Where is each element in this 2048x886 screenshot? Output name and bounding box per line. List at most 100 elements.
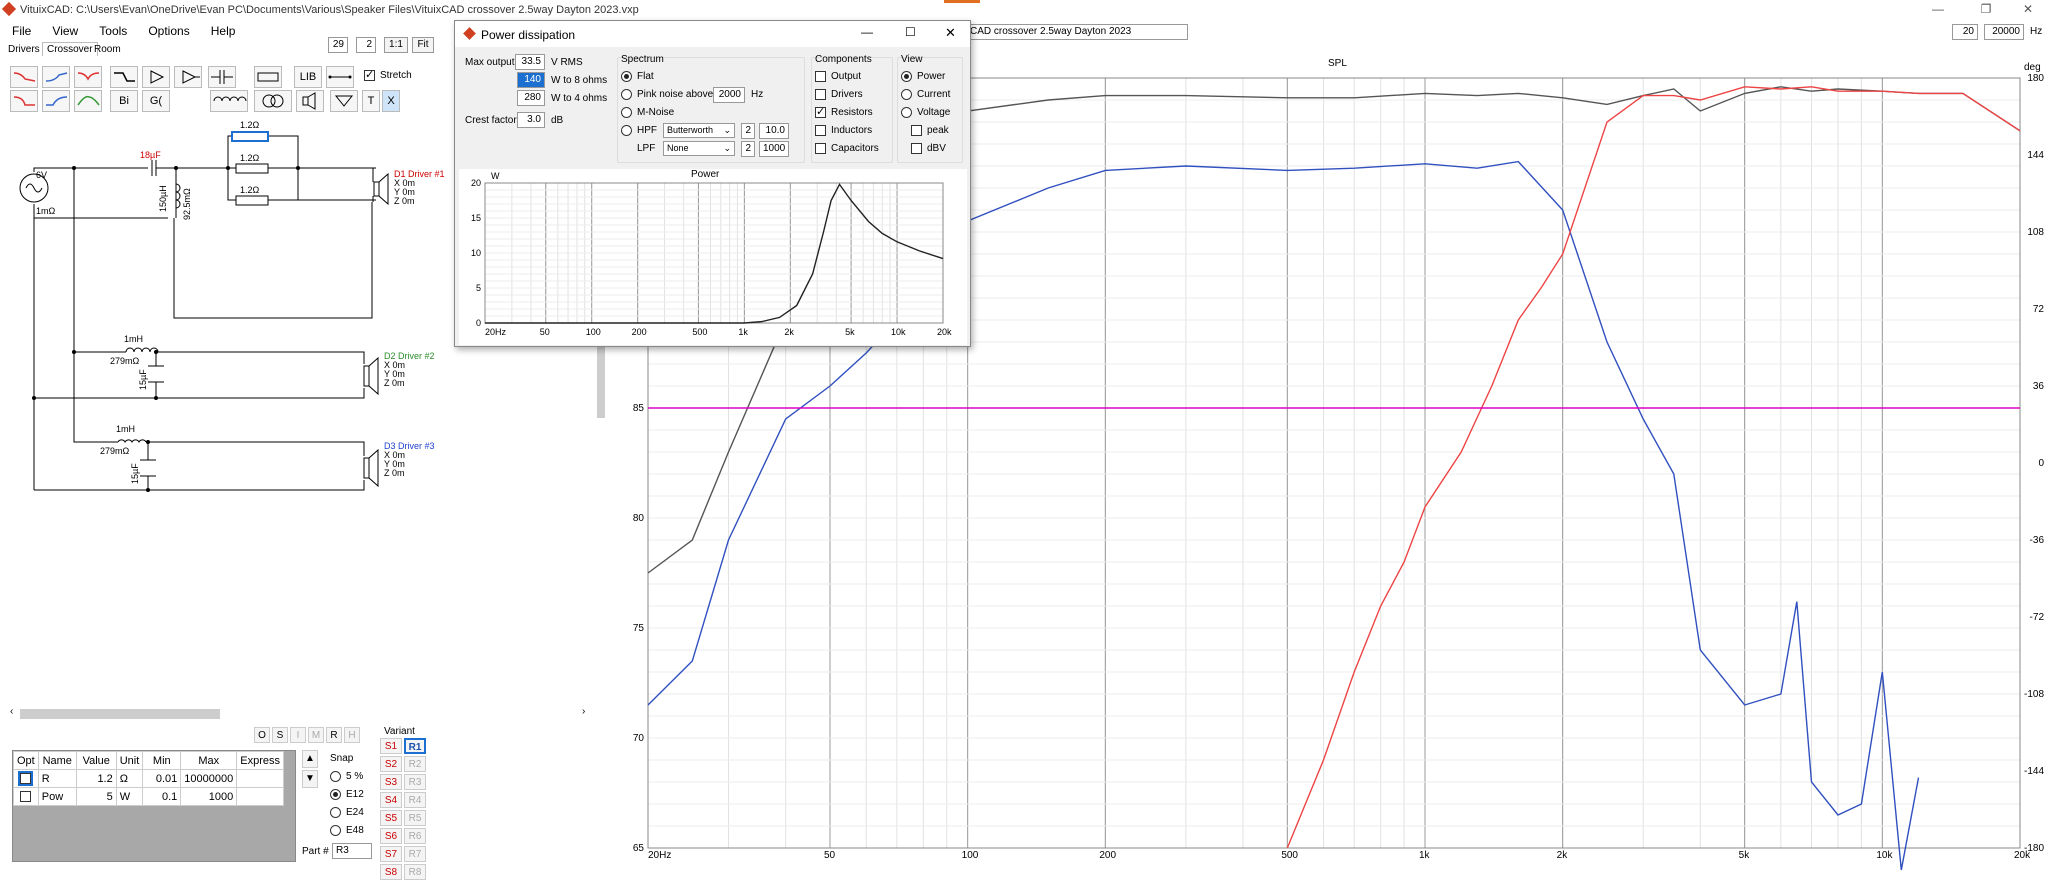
snap-e24[interactable]: E24 (330, 804, 364, 822)
view-peak[interactable]: peak (911, 125, 949, 136)
snap-e12[interactable]: E12 (330, 786, 364, 804)
op-s-button[interactable]: S (272, 727, 288, 743)
variant-r1[interactable]: R1 (404, 738, 426, 754)
step-tool-icon[interactable] (110, 66, 138, 88)
cell-value[interactable]: 1.2 (75, 769, 117, 788)
lpf2-blue-tool-icon[interactable] (42, 90, 70, 112)
op-m-button[interactable]: M (308, 727, 324, 743)
ground-tool-icon[interactable] (330, 90, 358, 112)
buffer-tool-icon[interactable] (174, 66, 202, 88)
dialog-minimize-button[interactable]: — (861, 25, 873, 39)
cell-name[interactable]: R (37, 769, 77, 788)
amp-tool-icon[interactable] (142, 66, 170, 88)
hpf-type-select[interactable]: Butterworth ⌄ (663, 123, 735, 138)
comp-inductors-checkbox[interactable]: Inductors (815, 125, 872, 136)
crest-input[interactable]: 3.0 (517, 112, 545, 128)
cell-max[interactable]: 1000 (180, 787, 238, 806)
variant-s8[interactable]: S8 (380, 864, 402, 880)
op-h-button[interactable]: H (344, 727, 360, 743)
driver3-info[interactable]: D3 Driver #3 X 0m Y 0m Z 0m (384, 442, 435, 478)
freq-max-input[interactable]: 20000 (1984, 24, 2024, 40)
bi-button[interactable]: Bi (110, 90, 138, 112)
hpf-freq-input[interactable]: 10.0 (759, 123, 789, 139)
g-button[interactable]: G( (142, 90, 170, 112)
wire-tool-icon[interactable] (326, 66, 354, 88)
scroll-right-icon[interactable]: › (582, 706, 585, 717)
snap-e48[interactable]: E48 (330, 822, 364, 840)
move-up-button[interactable]: ▲ (302, 750, 318, 768)
variant-s6[interactable]: S6 (380, 828, 402, 844)
lpf-freq-input[interactable]: 1000 (759, 141, 789, 157)
grid-size-input[interactable]: 29 (328, 37, 348, 53)
scroll-left-icon[interactable]: ‹ (10, 706, 13, 717)
inductor-tool-icon[interactable] (210, 90, 248, 112)
variant-r5[interactable]: R5 (404, 810, 426, 826)
cell-min[interactable]: 0.01 (142, 769, 182, 788)
tab-crossover[interactable]: Crossover (42, 42, 98, 56)
freq-min-input[interactable]: 20 (1952, 24, 1978, 40)
hpf-red-tool-icon[interactable] (10, 66, 38, 88)
bpf-green-tool-icon[interactable] (74, 90, 102, 112)
hpf2-red-tool-icon[interactable] (10, 90, 38, 112)
transformer-tool-icon[interactable] (254, 90, 292, 112)
count-input[interactable]: 2 (356, 37, 376, 53)
power-chart[interactable]: 20Hz 50 100 200 500 1k 2k 5k 10k 20k 0 5 10 15 20 Powe… (459, 169, 967, 345)
part-input[interactable]: R3 (332, 843, 372, 859)
cell-express[interactable] (236, 787, 284, 806)
menu-help[interactable]: Help (211, 24, 236, 38)
comp-output-checkbox[interactable]: Output (815, 71, 861, 82)
resistor-tool-icon[interactable] (254, 66, 282, 88)
table-row[interactable]: Pow 5 W 0.1 1000 (13, 787, 284, 806)
cell-value[interactable]: 5 (75, 787, 117, 806)
close-button[interactable]: ✕ (2010, 0, 2046, 18)
cell-max[interactable]: 10000000 (180, 769, 238, 788)
variant-s5[interactable]: S5 (380, 810, 402, 826)
spectrum-mnoise[interactable]: M-Noise (621, 107, 674, 118)
w8-input[interactable]: 140 (517, 72, 545, 88)
variant-r7[interactable]: R7 (404, 846, 426, 862)
capacitor-tool-icon[interactable] (208, 66, 236, 88)
driver-tool-icon[interactable] (296, 90, 324, 112)
restore-button[interactable]: ❐ (1968, 0, 2004, 18)
bpf-red-tool-icon[interactable] (74, 66, 102, 88)
variant-s4[interactable]: S4 (380, 792, 402, 808)
driver1-info[interactable]: D1 Driver #1 X 0m Y 0m Z 0m (394, 170, 445, 206)
dialog-close-button[interactable]: ✕ (945, 25, 956, 41)
cell-express[interactable] (236, 769, 284, 788)
comp-capacitors-checkbox[interactable]: Capacitors (815, 143, 879, 154)
spectrum-hpf[interactable]: HPF (621, 125, 657, 136)
minimize-button[interactable]: — (1920, 0, 1956, 18)
menu-tools[interactable]: Tools (99, 24, 127, 38)
variant-s1[interactable]: S1 (380, 738, 402, 754)
view-voltage[interactable]: Voltage (901, 107, 950, 118)
op-r-button[interactable]: R (326, 727, 342, 743)
variant-r8[interactable]: R8 (404, 864, 426, 880)
stretch-checkbox[interactable]: Stretch (364, 68, 412, 81)
hpf-order-input[interactable]: 2 (741, 123, 755, 139)
fit-button[interactable]: Fit (412, 37, 434, 53)
lpf-type-select[interactable]: None ⌄ (663, 141, 735, 156)
table-row[interactable]: R 1.2 Ω 0.01 10000000 (13, 769, 284, 788)
delete-tool-button[interactable]: X (382, 90, 400, 112)
op-i-button[interactable]: I (290, 727, 306, 743)
snap-5pct[interactable]: 5 % (330, 768, 364, 786)
view-dbv[interactable]: dBV (911, 143, 946, 154)
variant-s7[interactable]: S7 (380, 846, 402, 862)
w4-input[interactable]: 280 (517, 90, 545, 106)
op-o-button[interactable]: O (254, 727, 270, 743)
schematic-hscrollbar[interactable] (20, 709, 220, 719)
pink-freq-input[interactable]: 2000 (713, 87, 745, 103)
library-button[interactable]: LIB (294, 66, 322, 88)
tab-room[interactable]: Room (94, 44, 121, 55)
view-current[interactable]: Current (901, 89, 950, 100)
menu-options[interactable]: Options (148, 24, 189, 38)
variant-r3[interactable]: R3 (404, 774, 426, 790)
move-down-button[interactable]: ▼ (302, 770, 318, 788)
spectrum-flat[interactable]: Flat (621, 71, 654, 82)
lpf-blue-tool-icon[interactable] (42, 66, 70, 88)
variant-r4[interactable]: R4 (404, 792, 426, 808)
dialog-maximize-button[interactable]: ☐ (905, 25, 916, 39)
graph-filename-box[interactable]: CAD crossover 2.5way Dayton 2023 (966, 24, 1188, 40)
tab-drivers[interactable]: Drivers (8, 44, 40, 55)
variant-s3[interactable]: S3 (380, 774, 402, 790)
